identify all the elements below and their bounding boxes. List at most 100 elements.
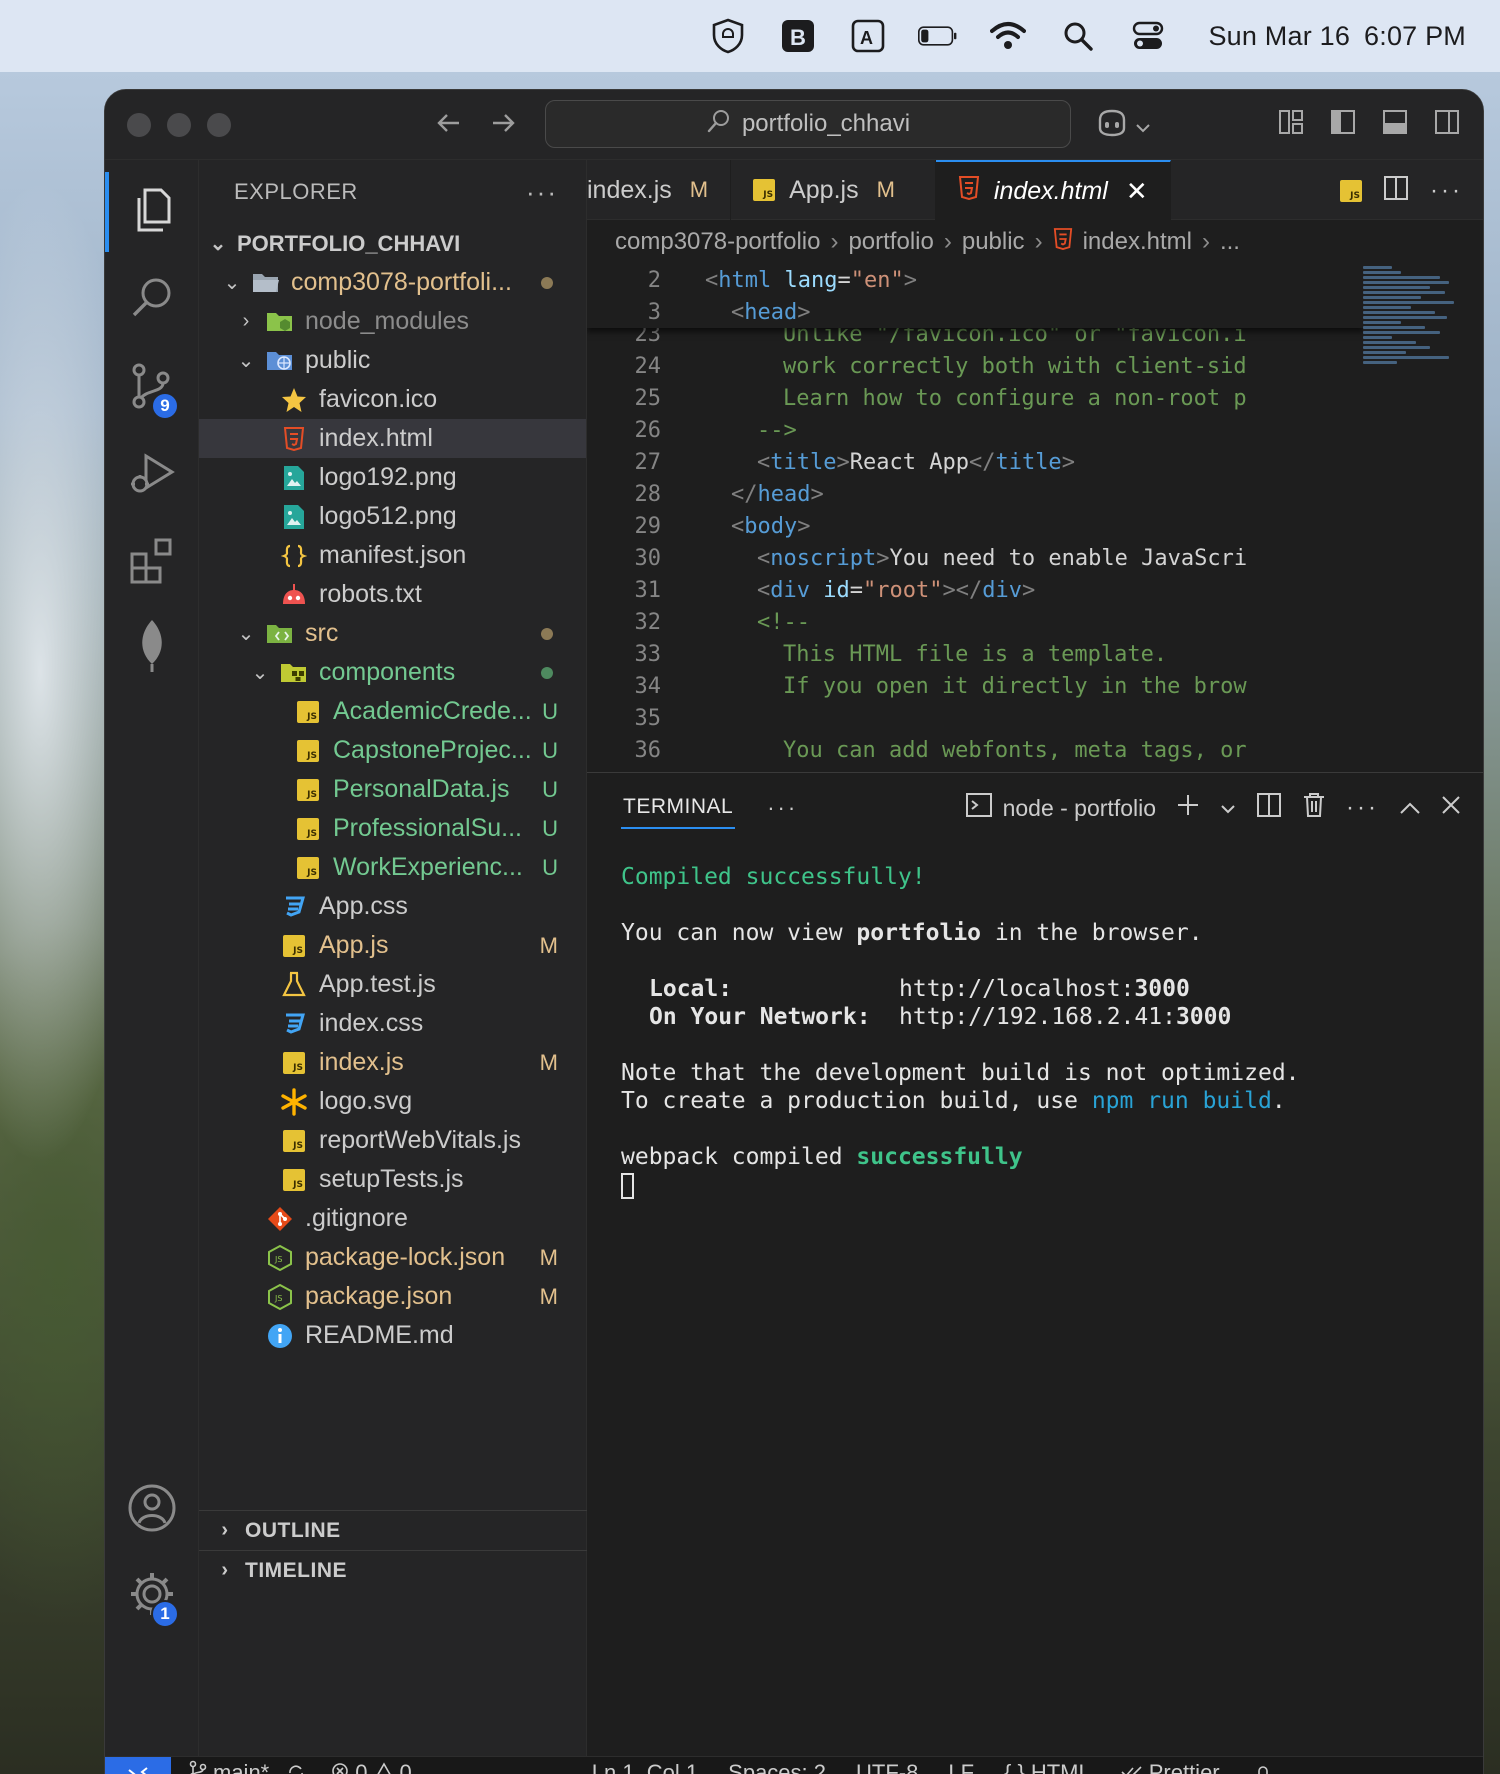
- file-gitignore[interactable]: .gitignore: [199, 1199, 586, 1238]
- file-capstone-project[interactable]: JS CapstoneProjec... U: [199, 731, 586, 770]
- javascript-file-icon[interactable]: JS: [1340, 179, 1363, 202]
- file-app-js[interactable]: JS App.js M: [199, 926, 586, 965]
- control-center-icon[interactable]: [1128, 16, 1168, 56]
- file-readme[interactable]: README.md: [199, 1316, 586, 1355]
- tab-terminal[interactable]: TERMINAL: [621, 787, 736, 829]
- panel-more-button[interactable]: ···: [767, 795, 798, 821]
- problems-indicator[interactable]: 0 0: [331, 1760, 412, 1774]
- indentation[interactable]: Spaces: 2: [728, 1760, 826, 1774]
- file-app-css[interactable]: App.css: [199, 887, 586, 926]
- folder-components[interactable]: ⌄ components: [199, 653, 586, 692]
- split-editor-icon[interactable]: [1382, 174, 1410, 207]
- terminal-selector[interactable]: node - portfolio: [965, 791, 1156, 825]
- command-center-search[interactable]: portfolio_chhavi: [545, 100, 1071, 148]
- prettier-indicator[interactable]: Prettier: [1121, 1760, 1220, 1774]
- text-input-icon[interactable]: A: [848, 16, 888, 56]
- new-terminal-icon[interactable]: [1176, 793, 1200, 824]
- terminal-output[interactable]: Compiled successfully! You can now view …: [621, 863, 1443, 1199]
- remote-indicator[interactable]: [105, 1756, 171, 1774]
- breadcrumb-item[interactable]: index.html: [1083, 228, 1192, 256]
- spotlight-search-icon[interactable]: [1058, 16, 1098, 56]
- toggle-panel-icon[interactable]: [1379, 106, 1411, 138]
- local-url[interactable]: http://localhost:3000: [899, 975, 1190, 1003]
- end-of-line[interactable]: LF: [948, 1760, 974, 1774]
- breadcrumb-item[interactable]: public: [962, 228, 1025, 256]
- file-work-experience[interactable]: JS WorkExperienc... U: [199, 848, 586, 887]
- close-panel-icon[interactable]: [1441, 794, 1461, 822]
- minimize-window-button[interactable]: [167, 112, 191, 137]
- split-terminal-icon[interactable]: [1256, 792, 1282, 825]
- file-setup-tests[interactable]: JS setupTests.js: [199, 1160, 586, 1199]
- explorer-view-button[interactable]: [105, 172, 199, 252]
- breadcrumb-item[interactable]: portfolio: [848, 228, 933, 256]
- timeline-section[interactable]: › TIMELINE: [199, 1550, 587, 1590]
- language-mode[interactable]: { } HTML: [1004, 1760, 1091, 1774]
- file-personal-data[interactable]: JS PersonalData.js U: [199, 770, 586, 809]
- tree-item-label: comp3078-portfoli...: [291, 268, 512, 296]
- branch-indicator[interactable]: main*: [189, 1760, 269, 1774]
- back-arrow-icon[interactable]: [435, 108, 463, 145]
- notifications-bell-icon[interactable]: [1254, 1763, 1272, 1774]
- close-tab-button[interactable]: ✕: [1126, 176, 1148, 207]
- breadcrumb-item[interactable]: comp3078-portfolio: [615, 228, 820, 256]
- menubar-clock[interactable]: Sun Mar 16 6:07 PM: [1208, 21, 1466, 52]
- file-professional-summary[interactable]: JS ProfessionalSu... U: [199, 809, 586, 848]
- file-index-js[interactable]: JS index.js M: [199, 1043, 586, 1082]
- b-app-icon[interactable]: B: [778, 16, 818, 56]
- forward-arrow-icon[interactable]: [489, 108, 517, 145]
- manage-settings-button[interactable]: 1: [105, 1556, 199, 1636]
- sync-icon[interactable]: [287, 1764, 305, 1774]
- search-view-button[interactable]: [105, 260, 199, 340]
- code-editor[interactable]: 2 <html lang="en"> 3 <head> 23 Unlike "/favic…: [587, 264, 1363, 772]
- extensions-view-button[interactable]: [105, 522, 199, 602]
- more-actions-icon[interactable]: ···: [1346, 794, 1379, 822]
- folder-comp3078-portfolio[interactable]: ⌄ comp3078-portfoli...: [199, 263, 586, 302]
- folder-node-modules[interactable]: › node_modules: [199, 302, 586, 341]
- folder-public[interactable]: ⌄ public: [199, 341, 586, 380]
- file-package-json[interactable]: JS package.json M: [199, 1277, 586, 1316]
- file-package-lock[interactable]: JS package-lock.json M: [199, 1238, 586, 1277]
- network-url[interactable]: http://192.168.2.41:3000: [899, 1003, 1231, 1031]
- file-logo192[interactable]: logo192.png: [199, 458, 586, 497]
- toggle-primary-sidebar-icon[interactable]: [1327, 106, 1359, 138]
- chevron-down-icon[interactable]: [1220, 794, 1236, 822]
- workspace-root[interactable]: ⌄ PORTFOLIO_CHHAVI: [199, 224, 586, 263]
- maximize-panel-icon[interactable]: [1399, 794, 1421, 822]
- close-window-button[interactable]: [127, 112, 151, 137]
- wifi-icon[interactable]: [988, 16, 1028, 56]
- file-report-web-vitals[interactable]: JS reportWebVitals.js: [199, 1121, 586, 1160]
- tab-index-js[interactable]: index.js M: [587, 160, 732, 220]
- file-academic-credentials[interactable]: JS AcademicCrede... U: [199, 692, 586, 731]
- line-number: 25: [634, 385, 662, 411]
- accounts-button[interactable]: [105, 1470, 199, 1550]
- zoom-window-button[interactable]: [207, 112, 231, 137]
- file-app-test[interactable]: App.test.js: [199, 965, 586, 1004]
- file-robots[interactable]: robots.txt: [199, 575, 586, 614]
- file-logo-svg[interactable]: logo.svg: [199, 1082, 586, 1121]
- file-index-html[interactable]: index.html: [199, 419, 586, 458]
- vpn-shield-icon[interactable]: [708, 16, 748, 56]
- source-control-view-button[interactable]: 9: [105, 348, 199, 428]
- trash-icon[interactable]: [1302, 792, 1326, 825]
- more-actions-icon[interactable]: ···: [1430, 177, 1463, 205]
- file-index-css[interactable]: index.css: [199, 1004, 586, 1043]
- file-logo512[interactable]: logo512.png: [199, 497, 586, 536]
- customize-layout-icon[interactable]: [1275, 106, 1307, 138]
- copilot-menu[interactable]: [1095, 108, 1151, 145]
- battery-icon[interactable]: [918, 16, 958, 56]
- breadcrumb-item[interactable]: ...: [1220, 228, 1240, 256]
- run-debug-view-button[interactable]: [105, 436, 199, 516]
- tab-index-html[interactable]: index.html ✕: [935, 160, 1171, 220]
- folder-src[interactable]: ⌄ src: [199, 614, 586, 653]
- cursor-position[interactable]: Ln 1, Col 1: [592, 1760, 698, 1774]
- tab-app-js[interactable]: JS App.js M: [731, 160, 936, 220]
- file-manifest[interactable]: manifest.json: [199, 536, 586, 575]
- explorer-more-actions-button[interactable]: ···: [526, 177, 558, 208]
- encoding[interactable]: UTF-8: [856, 1760, 918, 1774]
- outline-section[interactable]: › OUTLINE: [199, 1510, 587, 1550]
- minimap[interactable]: [1363, 264, 1459, 434]
- mongodb-view-button[interactable]: [105, 608, 199, 688]
- note-line-1: Note that the development build is not o…: [621, 1060, 1300, 1086]
- toggle-secondary-sidebar-icon[interactable]: [1431, 106, 1463, 138]
- file-favicon[interactable]: favicon.ico: [199, 380, 586, 419]
